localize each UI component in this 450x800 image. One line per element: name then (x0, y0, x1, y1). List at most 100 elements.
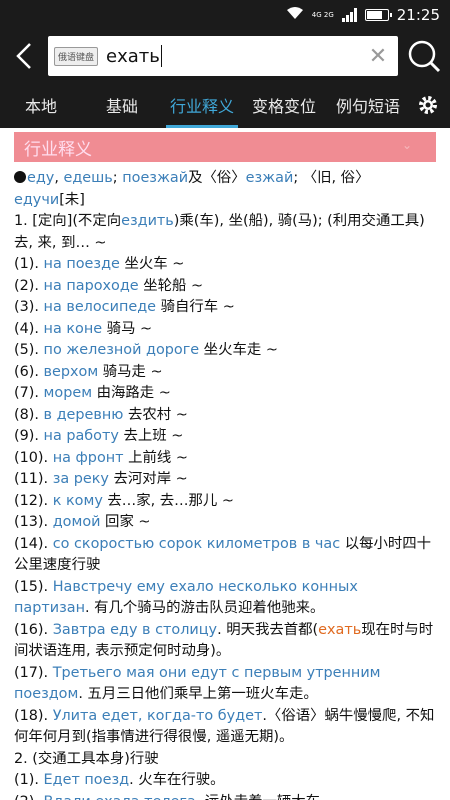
russian-phrase-link[interactable]: на поезде (44, 256, 120, 272)
definition-text: . 远处走着一辆大车。 (196, 794, 335, 800)
russian-phrase-link[interactable]: ездить (121, 213, 174, 229)
definition-text: (15). (14, 578, 53, 595)
definition-text: 上前线 ~ (123, 449, 188, 466)
russian-phrase-link[interactable]: Завтра еду в столицу (53, 622, 217, 638)
russian-phrase-link[interactable]: по железной дороге (44, 342, 200, 358)
definition-line: (10). на фронт 上前线 ~ (14, 448, 436, 470)
definition-text: (12). (14, 492, 53, 509)
russian-phrase-link[interactable]: на коне (44, 321, 103, 337)
russian-phrase-link[interactable]: за реку (53, 471, 109, 487)
definition-text: (6). (14, 363, 44, 380)
russian-phrase-link[interactable]: езжай (246, 170, 294, 186)
tab-inflection[interactable]: 变格变位 (242, 82, 326, 128)
definition-text: (9). (14, 428, 44, 444)
russian-phrase-link[interactable]: на работу (44, 428, 119, 444)
definition-text: [未] (59, 191, 85, 208)
definition-line: (6). верхом 骑马走 ~ (14, 362, 436, 384)
russian-phrase-link[interactable]: в деревню (44, 407, 124, 423)
definition-line: (3). на велосипеде 骑自行车 ~ (14, 297, 436, 319)
definition-text: ; 〈旧, 俗〉 (293, 170, 370, 186)
russian-phrase-link[interactable]: верхом (44, 364, 99, 380)
definition-text: (18). (14, 707, 53, 724)
definition-text: (8). (14, 406, 44, 423)
russian-phrase-link[interactable]: Едет поезд (44, 772, 130, 788)
definition-text: (7). (14, 385, 44, 401)
definition-text: (10). (14, 449, 53, 466)
definition-text: (4). (14, 320, 44, 337)
russian-phrase-link[interactable]: еду (27, 170, 54, 186)
definition-text: (2). (14, 794, 44, 800)
russian-phrase-link[interactable]: на фронт (53, 450, 124, 466)
definition-text: ; (112, 170, 123, 186)
section-title: 行业释义 (24, 139, 92, 160)
settings-button[interactable] (410, 82, 446, 128)
definition-line: (13). домой 回家 ~ (14, 512, 436, 534)
definition-text: (5). (14, 342, 44, 358)
highlight-word: ехать (318, 621, 362, 638)
definition-text: 及〈俗〉 (188, 170, 246, 186)
russian-phrase-link[interactable]: Вдали ехала телега (44, 794, 196, 800)
definition-line: (17). Третьего мая они едут с первым утр… (14, 663, 436, 706)
definition-line: (4). на коне 骑马 ~ (14, 319, 436, 341)
definition-text: 骑马 ~ (102, 320, 153, 337)
definition-line: (1). Едет поезд. 火车在行驶。 (14, 770, 436, 792)
definition-line: (14). со скоростью сорок километров в ча… (14, 534, 436, 577)
russian-phrase-link[interactable]: морем (44, 385, 93, 401)
definition-line: (16). Завтра еду в столицу. 明天我去首都(ехать… (14, 620, 436, 663)
search-bar: 俄语键盘 ехать ✕ (0, 30, 450, 82)
collapse-chevron-icon[interactable]: ⌄ (402, 138, 412, 152)
definition-text: . 火车在行驶。 (129, 772, 225, 788)
definition-line: (5). по железной дороге 坐火车走 ~ (14, 340, 436, 362)
definition-content: еду, едешь; поезжай及〈俗〉езжай; 〈旧, 俗〉едуч… (0, 162, 450, 800)
definition-text: 2. (交通工具本身)行驶 (14, 750, 159, 767)
definition-text: 坐火车 ~ (119, 256, 185, 272)
definition-text: 回家 ~ (100, 514, 151, 530)
wifi-icon (286, 6, 304, 24)
definition-line: (18). Улита едет, когда-то будет.〈俗语〉蜗牛慢… (14, 706, 436, 749)
definition-text: . 有几个骑马的游击队员迎着他驰来。 (84, 600, 325, 616)
tab-industry-definition[interactable]: 行业释义 (162, 82, 242, 128)
russian-phrase-link[interactable]: на велосипеде (44, 299, 156, 315)
russian-phrase-link[interactable]: со скоростью сорок километров в час (53, 536, 340, 552)
definition-line: (2). Вдали ехала телега. 远处走着一辆大车。 (14, 792, 436, 800)
definition-line: (11). за реку 去河对岸 ~ (14, 469, 436, 491)
russian-keyboard-badge[interactable]: 俄语键盘 (54, 46, 99, 66)
search-input[interactable]: 俄语键盘 ехать ✕ (48, 36, 398, 76)
text-cursor (160, 45, 162, 67)
definition-line: (12). к кому 去…家, 去…那儿 ~ (14, 491, 436, 513)
definition-line: (15). Навстречу ему ехало несколько конн… (14, 577, 436, 620)
signal-icon (341, 8, 357, 22)
back-button[interactable] (6, 34, 42, 78)
definition-text: (1). (14, 772, 44, 788)
definition-text: 去上班 ~ (118, 428, 184, 444)
definition-text: 骑马走 ~ (98, 363, 163, 380)
definition-text: 去…家, 去…那儿 ~ (102, 492, 234, 509)
battery-icon (364, 9, 392, 21)
russian-phrase-link[interactable]: едешь (63, 170, 112, 186)
search-button[interactable] (404, 34, 444, 78)
network-type: 4G 2G (311, 11, 334, 19)
russian-phrase-link[interactable]: домой (53, 514, 101, 530)
section-header[interactable]: 行业释义 ⌄ (14, 132, 436, 162)
russian-phrase-link[interactable]: Улита едет, когда-то будет (53, 708, 263, 724)
search-query[interactable]: ехать (106, 46, 160, 67)
russian-phrase-link[interactable]: поезжай (122, 170, 188, 186)
definition-text: (17). (14, 664, 53, 681)
tab-local[interactable]: 本地 (0, 82, 82, 128)
clear-icon[interactable]: ✕ (364, 44, 392, 69)
definition-text: 由海路走 ~ (92, 385, 171, 401)
definition-text: 去河对岸 ~ (108, 471, 188, 487)
bullet-dot-icon (14, 171, 26, 183)
tab-bar: 本地 基础 行业释义 变格变位 例句短语 (0, 82, 450, 128)
tab-basic[interactable]: 基础 (82, 82, 162, 128)
definition-text: (16). (14, 621, 53, 638)
tab-example-phrases[interactable]: 例句短语 (326, 82, 410, 128)
definition-line: (9). на работу 去上班 ~ (14, 426, 436, 448)
definition-text: 1. [定向](不定向 (14, 213, 122, 229)
russian-phrase-link[interactable]: едучи (14, 192, 59, 208)
russian-phrase-link[interactable]: к кому (53, 493, 103, 509)
russian-phrase-link[interactable]: на пароходе (44, 278, 139, 294)
definition-text: (1). (14, 256, 44, 272)
definition-line: (1). на поезде 坐火车 ~ (14, 254, 436, 276)
gear-icon (419, 96, 437, 114)
